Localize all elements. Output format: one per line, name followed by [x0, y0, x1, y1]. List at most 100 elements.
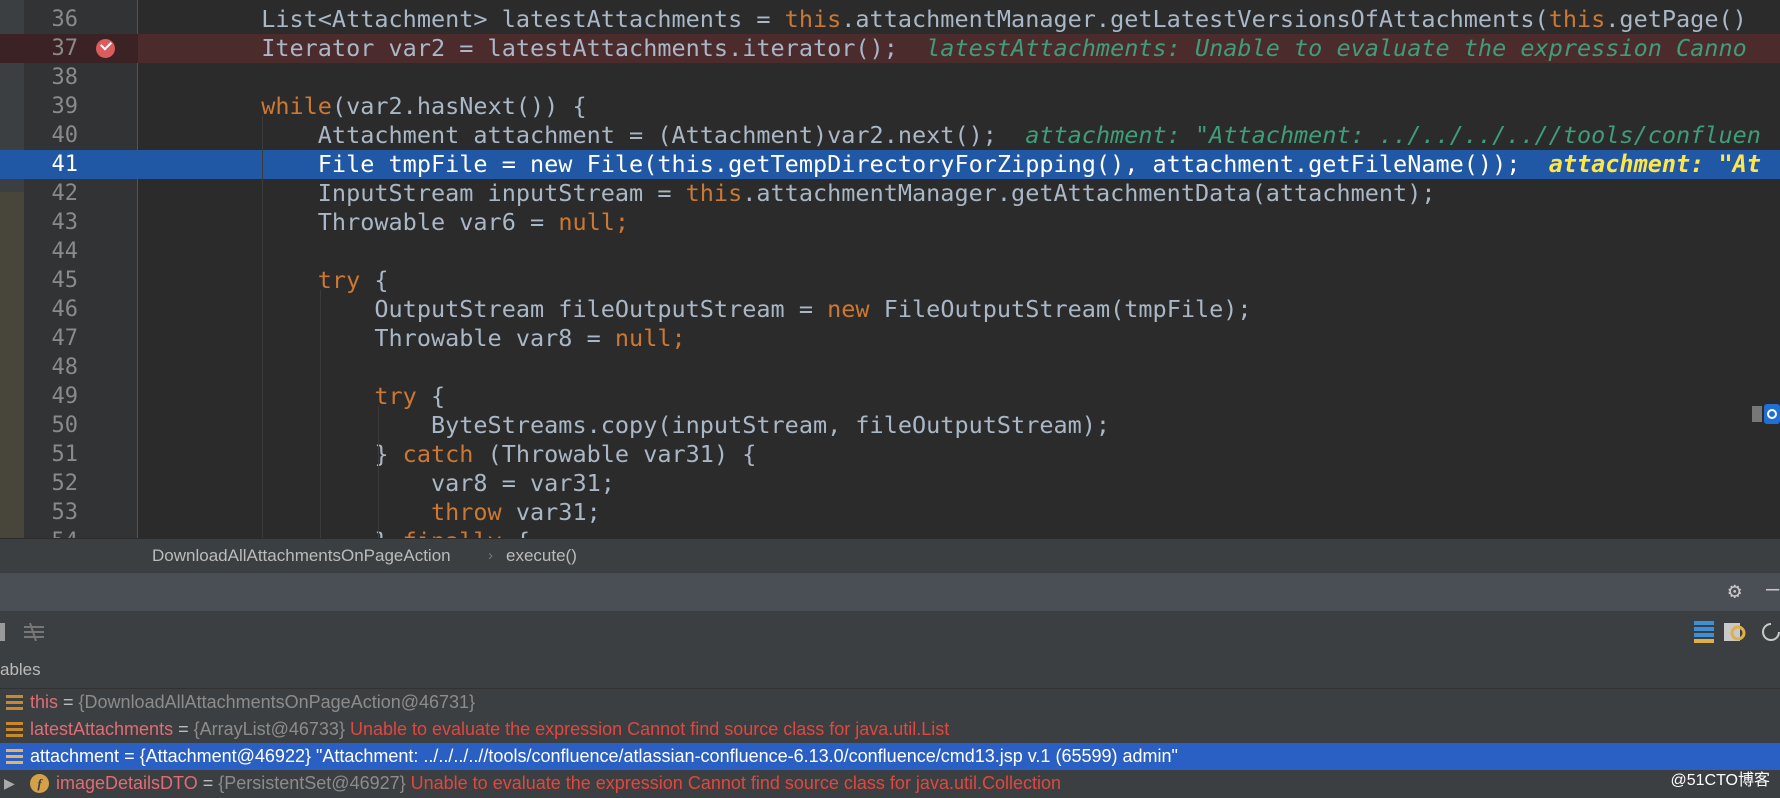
line-number: 44: [51, 239, 79, 264]
variable-text: imageDetailsDTO = {PersistentSet@46927} …: [56, 770, 1061, 797]
line-number: 43: [51, 210, 79, 235]
code-line[interactable]: 43 Throwable var6 = null;: [0, 208, 1780, 237]
code-token: Attachment attachment = (Attachment)var2…: [261, 121, 1026, 149]
code-token: }: [261, 440, 403, 468]
code-token: (Throwable var31) {: [473, 440, 757, 468]
code-line[interactable]: 37 Iterator var2 = latestAttachments.ite…: [0, 34, 1780, 63]
layout-settings-icon[interactable]: [24, 622, 44, 645]
debug-panel-header: ⚙ –: [0, 573, 1780, 611]
field-list-icon: [6, 695, 23, 710]
code-editor[interactable]: 36 List<Attachment> latestAttachments = …: [0, 0, 1780, 538]
inline-debug-value: attachment: "At: [1548, 150, 1761, 178]
code-text: throw var31;: [148, 498, 601, 527]
gear-icon[interactable]: ⚙: [1728, 581, 1741, 603]
variable-name: imageDetailsDTO: [56, 773, 198, 793]
variable-reference: {Attachment@46922}: [139, 746, 311, 766]
find-popup-icon[interactable]: [1752, 404, 1780, 424]
variable-reference: {ArrayList@46733}: [193, 719, 345, 739]
keyword-token: new: [827, 295, 870, 323]
breadcrumb-method[interactable]: execute(): [506, 539, 577, 573]
keyword-token: try: [374, 382, 417, 410]
line-number: 39: [51, 94, 79, 119]
code-line[interactable]: 41 File tmpFile = new File(this.getTempD…: [0, 150, 1780, 179]
restore-icon[interactable]: [1762, 621, 1780, 647]
inline-debug-value: attachment: "Attachment: ../../../..//to…: [1025, 121, 1761, 149]
line-number: 41: [51, 152, 79, 177]
variable-equals: =: [58, 692, 79, 712]
code-line[interactable]: 53 throw var31;: [0, 498, 1780, 527]
variables-list[interactable]: this = {DownloadAllAttachmentsOnPageActi…: [0, 689, 1780, 798]
code-line[interactable]: 39 while(var2.hasNext()) {: [0, 92, 1780, 121]
line-number: 48: [51, 355, 79, 380]
code-token: Throwable var6 =: [261, 208, 559, 236]
variable-equals: =: [119, 746, 140, 766]
keyword-token: try: [317, 266, 361, 294]
code-line[interactable]: 36 List<Attachment> latestAttachments = …: [0, 5, 1780, 34]
stack-icon[interactable]: [1694, 621, 1714, 647]
code-line[interactable]: 46 OutputStream fileOutputStream = new F…: [0, 295, 1780, 324]
code-text: List<Attachment> latestAttachments = thi…: [148, 5, 1747, 34]
code-token: .getPage(): [1605, 5, 1747, 33]
line-number: 46: [51, 297, 79, 322]
breadcrumb-class[interactable]: DownloadAllAttachmentsOnPageAction: [152, 539, 451, 573]
code-token: ByteStreams.copy(inputStream, fileOutput…: [261, 411, 1111, 439]
code-line[interactable]: 49 try {: [0, 382, 1780, 411]
code-text: Attachment attachment = (Attachment)var2…: [148, 121, 1761, 150]
code-token: Iterator var2 = latestAttachments.iterat…: [261, 34, 927, 62]
frames-icon[interactable]: [0, 623, 6, 645]
code-text: OutputStream fileOutputStream = new File…: [148, 295, 1252, 324]
field-badge-icon: f: [30, 774, 49, 793]
code-text: try {: [148, 382, 445, 411]
code-line[interactable]: 54 } finally {: [0, 527, 1780, 538]
variables-title: ables: [0, 660, 41, 679]
variable-row[interactable]: this = {DownloadAllAttachmentsOnPageActi…: [0, 689, 1780, 716]
code-token: .attachmentManager.getLatestVersionsOfAt…: [841, 5, 1549, 33]
code-text: } finally {: [148, 527, 530, 538]
breadcrumb-separator: ›: [488, 547, 493, 564]
code-line[interactable]: 45 try {: [0, 266, 1780, 295]
code-token: File tmpFile = new File(this.getTempDire…: [261, 150, 1549, 178]
variable-error: Unable to evaluate the expression Cannot…: [405, 773, 1062, 793]
breakpoint-icon[interactable]: [96, 39, 115, 58]
code-line[interactable]: 42 InputStream inputStream = this.attach…: [0, 179, 1780, 208]
code-text: while(var2.hasNext()) {: [148, 92, 586, 121]
line-number: 42: [51, 181, 79, 206]
keyword-token: this: [1548, 5, 1606, 33]
line-number: 38: [51, 65, 79, 90]
line-number: 54: [24, 527, 79, 538]
code-text: var8 = var31;: [148, 469, 615, 498]
code-text: InputStream inputStream = this.attachmen…: [148, 179, 1436, 208]
variable-row[interactable]: latestAttachments = {ArrayList@46733} Un…: [0, 716, 1780, 743]
code-token: FileOutputStream(tmpFile);: [869, 295, 1252, 323]
debug-toolbar: [0, 611, 1780, 653]
keyword-token: finally: [403, 527, 502, 538]
code-line[interactable]: 44: [0, 237, 1780, 266]
variable-text: latestAttachments = {ArrayList@46733} Un…: [30, 716, 949, 743]
variable-reference: {PersistentSet@46927}: [218, 773, 406, 793]
variable-text: this = {DownloadAllAttachmentsOnPageActi…: [30, 689, 475, 716]
code-line[interactable]: 38: [0, 63, 1780, 92]
variable-name: attachment: [30, 746, 120, 766]
code-line[interactable]: 52 var8 = var31;: [0, 469, 1780, 498]
line-number: 51: [51, 442, 79, 467]
minimize-icon[interactable]: –: [1766, 579, 1779, 601]
code-line[interactable]: 48: [0, 353, 1780, 382]
code-token: {: [502, 527, 530, 538]
variable-error: Unable to evaluate the expression Cannot…: [344, 719, 950, 739]
field-list-icon: [6, 749, 23, 764]
code-line[interactable]: 40 Attachment attachment = (Attachment)v…: [0, 121, 1780, 150]
variable-row[interactable]: attachment = {Attachment@46922} "Attachm…: [0, 743, 1780, 770]
expand-arrow-icon[interactable]: ▶: [4, 770, 15, 797]
code-text: Throwable var6 = null;: [148, 208, 629, 237]
code-line[interactable]: 51 } catch (Throwable var31) {: [0, 440, 1780, 469]
variable-row[interactable]: ▶ f imageDetailsDTO = {PersistentSet@46927…: [0, 770, 1780, 797]
code-token: {: [360, 266, 389, 294]
code-line[interactable]: 47 Throwable var8 = null;: [0, 324, 1780, 353]
watch-icon[interactable]: [1724, 621, 1746, 647]
variable-text: attachment = {Attachment@46922} "Attachm…: [30, 743, 1178, 770]
code-line[interactable]: 50 ByteStreams.copy(inputStream, fileOut…: [0, 411, 1780, 440]
code-token: .attachmentManager.getAttachmentData(att…: [742, 179, 1436, 207]
code-token: var8 = var31;: [261, 469, 615, 497]
